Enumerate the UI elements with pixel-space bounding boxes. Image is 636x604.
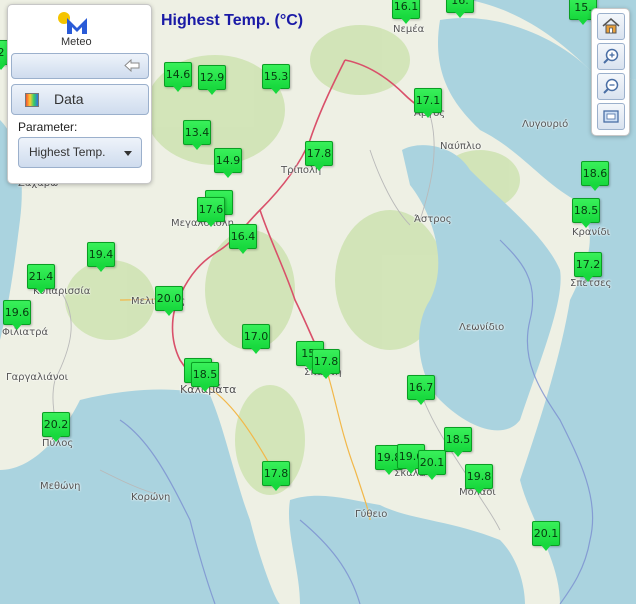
place-label: Ναύπλιο xyxy=(440,141,482,152)
station-marker[interactable]: 17.6 xyxy=(197,197,225,227)
place-label: Λεωνίδιο xyxy=(459,322,505,333)
station-marker[interactable]: 20.2 xyxy=(42,412,70,442)
station-marker[interactable]: 17.2 xyxy=(574,252,602,282)
station-marker[interactable]: 19.6 xyxy=(3,300,31,330)
place-label: Μεθώνη xyxy=(40,481,81,492)
place-label: Φιλιατρά xyxy=(2,327,49,338)
logo-text: Meteo xyxy=(61,36,92,48)
place-label: Κρανίδι xyxy=(572,227,610,238)
arrow-left-icon xyxy=(124,59,140,72)
home-icon xyxy=(602,18,620,34)
place-label: Νεμέα xyxy=(393,24,425,35)
collapse-button[interactable] xyxy=(11,53,149,79)
zoom-in-icon xyxy=(603,48,619,64)
station-marker[interactable]: 16.1 xyxy=(392,0,420,24)
station-marker[interactable]: 20.1 xyxy=(418,450,446,480)
station-marker[interactable]: 20.1 xyxy=(532,521,560,551)
station-marker[interactable]: 17.0 xyxy=(242,324,270,354)
zoom-in-button[interactable] xyxy=(597,43,625,70)
palette-icon xyxy=(25,93,39,107)
station-marker[interactable]: 16. xyxy=(446,0,474,18)
place-label: Γύθειο xyxy=(355,509,388,520)
place-label: Άστρος xyxy=(414,214,452,225)
station-marker[interactable]: 14.9 xyxy=(214,148,242,178)
station-marker[interactable]: 17.8 xyxy=(305,141,333,171)
map-title: Highest Temp. (°C) xyxy=(161,12,304,29)
full-extent-button[interactable] xyxy=(597,103,625,130)
map-toolbar xyxy=(591,8,630,136)
station-marker[interactable]: 17.1 xyxy=(414,88,442,118)
station-marker[interactable]: 17.8 xyxy=(312,349,340,379)
station-marker[interactable]: 21.4 xyxy=(27,264,55,294)
place-label: Λυγουριό xyxy=(522,119,569,130)
map-canvas[interactable]: Νεμέα Άργος Λυγουριό Ναύπλιο Τρίπολη Κρα… xyxy=(0,0,636,604)
home-button[interactable] xyxy=(597,13,625,40)
station-marker[interactable]: 13.4 xyxy=(183,120,211,150)
station-marker[interactable]: 14.6 xyxy=(164,62,192,92)
place-label: Γαργαλιάνοι xyxy=(6,372,69,383)
logo-mark-icon xyxy=(58,12,87,34)
station-marker[interactable]: 19.8 xyxy=(465,464,493,494)
zoom-out-icon xyxy=(603,78,619,94)
place-label: Κορώνη xyxy=(131,492,171,503)
data-button-label: Data xyxy=(54,91,84,107)
station-marker[interactable]: 18.5 xyxy=(444,427,472,457)
station-marker[interactable]: 17.8 xyxy=(262,461,290,491)
station-marker[interactable]: 19.4 xyxy=(87,242,115,272)
station-marker[interactable]: 18.5 xyxy=(191,362,219,392)
control-panel: Meteo Data Parameter: Highest Temp. xyxy=(7,4,152,184)
station-marker[interactable]: 18.5 xyxy=(572,198,600,228)
chevron-down-icon xyxy=(124,151,132,156)
station-marker[interactable]: 18.6 xyxy=(581,161,609,191)
parameter-select-value: Highest Temp. xyxy=(29,145,106,159)
zoom-out-button[interactable] xyxy=(597,73,625,100)
station-marker[interactable]: 12.9 xyxy=(198,65,226,95)
parameter-select[interactable]: Highest Temp. xyxy=(18,137,142,168)
parameter-label: Parameter: xyxy=(18,120,78,134)
meteo-logo: Meteo xyxy=(55,10,107,50)
station-marker[interactable]: 20.0 xyxy=(155,286,183,316)
data-button[interactable]: Data xyxy=(11,84,149,115)
station-marker[interactable]: 15.3 xyxy=(262,64,290,94)
station-marker[interactable]: 16.7 xyxy=(407,375,435,405)
station-marker[interactable]: 16.4 xyxy=(229,224,257,254)
extent-icon xyxy=(603,110,619,123)
